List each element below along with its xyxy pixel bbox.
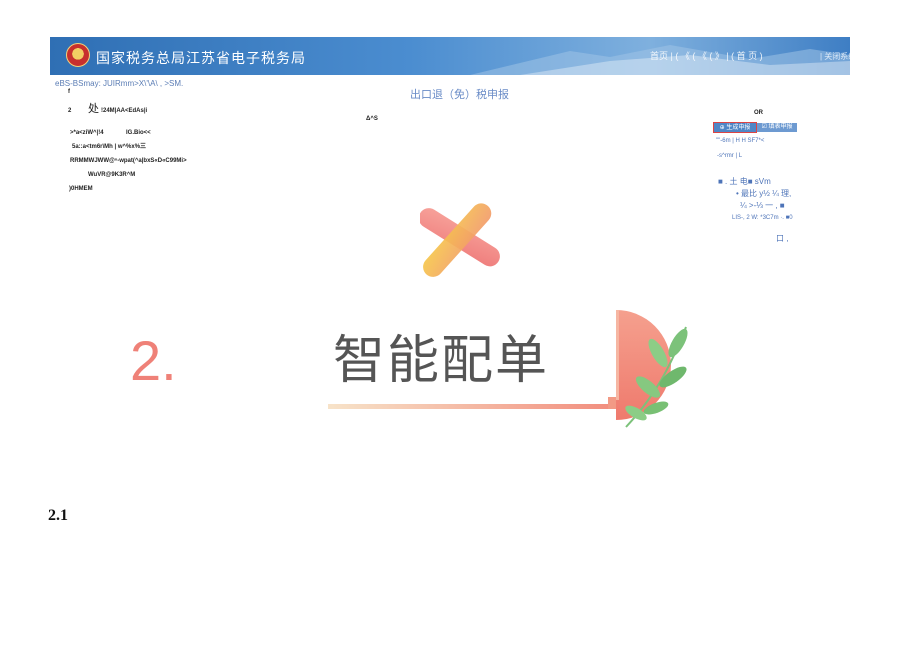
left-line-4a: >*a<ziW^|!4 [70,130,104,136]
fill-form-declaration-button[interactable]: ☑ 填表申报 [757,123,797,132]
section-title: 智能配单 [333,331,550,391]
tax-emblem-icon [66,43,90,67]
panel-line-4[interactable]: • 最比 y½ ¼ 理, [736,190,791,198]
left-line-7: WuVR@9K3R^M [88,172,136,178]
cross-decoration-icon [420,203,500,277]
left-line-2-char: 处 [88,103,99,115]
nav-breadcrumb-links[interactable]: 首页 | ( 《 ( 《 ( 》 | ( 首 页 ) [650,49,763,62]
page-title: 出口退（免）税申报 [410,89,509,101]
left-line-6: RRMMWJWW@ⁿ-wpat(^a|bxS«D«C99Mi> [70,158,187,164]
panel-line-7[interactable]: 口 , [776,235,788,243]
panel-line-1[interactable]: ""-6m | H H SF7*< [716,138,764,144]
close-system-link[interactable]: | 关闭系统 [820,51,850,62]
left-line-2-num: 2 [68,108,72,114]
sub-heading: 2.1 [48,507,68,524]
generate-declaration-button[interactable]: ⊕ 生成申报 [713,122,757,133]
panel-line-5[interactable]: ¼ >-⅓ 一 , ■ [740,202,785,210]
panel-line-3[interactable]: ■ . 土 电■ sVm [718,178,771,186]
mid-label: Δ^S [366,116,378,122]
panel-header: OR [754,110,763,116]
panel-line-6[interactable]: LIS-, 2 W: *3C7m ·. ■0 [732,215,793,221]
panel-line-2[interactable]: -s^rmr | L [717,153,742,159]
left-line-8: )0HMEM [69,186,93,192]
section-number: 2. [130,329,177,392]
breadcrumb[interactable]: eBS-BSmay: JUIRmm>X\'\A\ , >SM. [55,80,183,88]
left-line-2-text: !24M|AA<EdAs|i [101,108,148,114]
left-line-5: 5a::a<tm6r\Mh | w^%x%三 [72,144,147,150]
left-line-1: f [68,89,70,95]
site-title: 国家税务总局江苏省电子税务局 [96,50,306,66]
left-line-4b: IG.Bio<< [126,130,151,136]
header-banner: 国家税务总局江苏省电子税务局 首页 | ( 《 ( 《 ( 》 | ( 首 页 … [50,37,850,75]
